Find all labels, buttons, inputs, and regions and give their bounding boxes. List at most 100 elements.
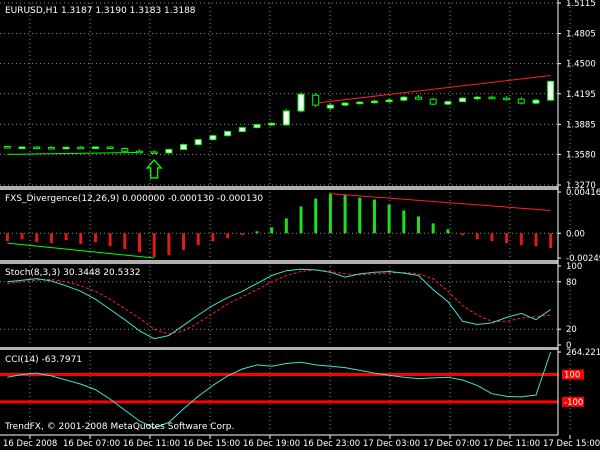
candle-body <box>150 151 158 154</box>
histogram-bar <box>255 231 259 234</box>
histogram-bar <box>358 197 362 234</box>
y-tick-label: 1.3885 <box>566 120 596 130</box>
histogram-bar <box>519 233 523 246</box>
candle-body <box>253 124 261 129</box>
histogram-bar <box>431 223 435 234</box>
histogram-bar <box>534 233 538 247</box>
histogram-bar <box>490 233 494 242</box>
y-tick-label: 1.3580 <box>566 150 596 160</box>
histogram-bar <box>299 206 303 234</box>
candle-body <box>62 146 70 150</box>
x-tick-label: 16 Dec 2008 <box>3 439 57 449</box>
y-tick-label: 80 <box>566 278 577 288</box>
histogram-bar <box>284 218 288 234</box>
histogram-bar <box>549 233 553 249</box>
y-tick-label: -100 <box>564 398 583 408</box>
candle-body <box>91 146 99 150</box>
candle-body <box>488 96 496 100</box>
x-tick-label: 17 Dec 15:00 <box>543 439 600 449</box>
candle-body <box>459 97 467 103</box>
y-tick-label: 264.2218 <box>566 348 600 358</box>
candle-body <box>33 146 41 150</box>
copyright-text: TrendFX, © 2001-2008 MetaQuotes Software… <box>4 422 234 432</box>
cci-panel-title: CCI(14) -63.7971 <box>5 355 82 365</box>
histogram-bar <box>505 233 509 244</box>
histogram-bar <box>152 233 156 258</box>
candle-body <box>370 100 378 104</box>
x-tick-label: 16 Dec 23:00 <box>303 439 360 449</box>
candle-body <box>547 80 555 101</box>
candle-body <box>224 131 232 137</box>
candle-body <box>503 97 511 101</box>
y-tick-label: 0.004163 <box>566 188 600 198</box>
candle-body <box>444 101 452 105</box>
panel-separator <box>0 186 558 190</box>
histogram-bar <box>5 233 9 242</box>
x-tick-label: 16 Dec 11:00 <box>123 439 180 449</box>
candle-body <box>106 146 114 150</box>
candle-body <box>47 147 55 150</box>
histogram-bar <box>167 233 171 256</box>
candle-body <box>268 122 276 126</box>
x-tick-label: 17 Dec 03:00 <box>363 439 420 449</box>
y-tick-label: 1.5115 <box>566 0 596 9</box>
histogram-bar <box>343 194 347 234</box>
candle-body <box>312 94 320 106</box>
histogram-bar <box>270 227 274 234</box>
candle-body <box>180 144 188 150</box>
y-tick-label: 100 <box>564 370 580 380</box>
histogram-bar <box>49 233 53 244</box>
price-panel-title: EURUSD,H1 1.3187 1.3190 1.3183 1.3188 <box>5 6 196 16</box>
histogram-bar <box>417 216 420 234</box>
candle-body <box>209 135 217 141</box>
candle-body <box>326 104 334 109</box>
panel-separator <box>0 260 558 264</box>
candle-body <box>473 96 481 100</box>
y-tick-label: 1.4805 <box>566 30 596 40</box>
candle-body <box>136 150 143 154</box>
stochastic-panel-title: Stoch(8,3,3) 30.3448 20.5332 <box>5 268 140 278</box>
histogram-bar <box>108 233 112 247</box>
y-tick-label: 100 <box>566 262 582 272</box>
histogram-bar <box>196 233 200 246</box>
histogram-bar <box>461 233 465 236</box>
histogram-bar <box>446 229 450 234</box>
y-tick-label: 1.4500 <box>566 60 596 70</box>
candle-body <box>532 99 540 104</box>
candle-body <box>297 93 305 112</box>
x-tick-label: 16 Dec 15:00 <box>183 439 240 449</box>
histogram-bar <box>387 204 391 234</box>
histogram-bar <box>64 233 68 241</box>
x-tick-label: 17 Dec 11:00 <box>483 439 540 449</box>
candle-body <box>3 146 11 149</box>
histogram-bar <box>79 233 83 245</box>
candle-body <box>121 148 129 152</box>
candle-body <box>356 101 364 105</box>
divergence-panel-title: FXS_Divergence(12,26,9) 0.000000 -0.0001… <box>5 194 263 204</box>
candle-body <box>400 96 408 101</box>
histogram-bar <box>211 233 215 242</box>
y-tick-label: 0.00 <box>566 229 585 239</box>
histogram-bar <box>226 233 230 239</box>
y-tick-label: 1.4195 <box>566 90 596 100</box>
x-tick-label: 16 Dec 07:00 <box>63 439 120 449</box>
panel-separator <box>0 347 558 350</box>
candle-body <box>385 99 393 103</box>
histogram-bar <box>328 193 332 234</box>
candle-body <box>77 146 85 150</box>
candle-body <box>341 102 349 106</box>
histogram-bar <box>35 233 39 243</box>
histogram-bar <box>240 233 244 236</box>
histogram-bar <box>372 199 376 234</box>
candle-body <box>18 146 26 150</box>
candle-body <box>517 98 525 104</box>
histogram-bar <box>475 233 479 240</box>
mt4-chart[interactable]: EURUSD,H1 1.3187 1.3190 1.3183 1.3188 1.… <box>0 0 600 450</box>
histogram-bar <box>182 233 186 251</box>
candle-body <box>238 127 246 133</box>
candle-body <box>165 148 173 154</box>
histogram-bar <box>314 198 318 234</box>
histogram-bar <box>123 233 127 250</box>
x-tick-label: 17 Dec 07:00 <box>423 439 480 449</box>
histogram-bar <box>402 210 406 234</box>
